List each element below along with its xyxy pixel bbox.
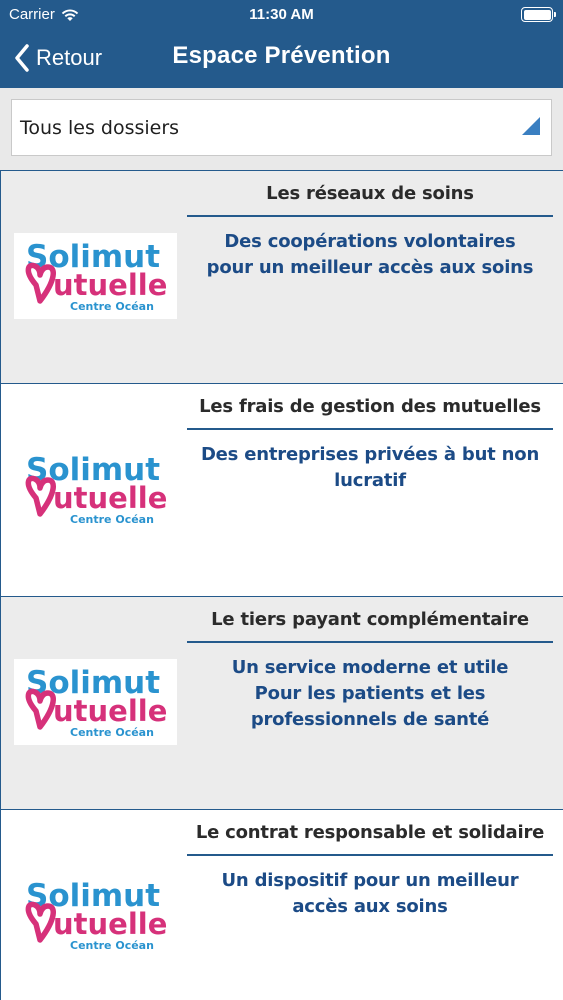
title-divider [187,854,553,856]
filter-bar: Tous les dossiers [0,88,563,170]
svg-text:Centre Océan: Centre Océan [70,939,154,952]
title-divider [187,428,553,430]
article-description: Des entreprises privées à but non lucrati… [200,444,540,491]
article-card[interactable]: Solimut utuelle Centre Océan Le tiers pa… [1,597,563,810]
article-description: Des coopérations volontaires pour un meil… [206,231,534,278]
page-title: Espace Prévention [172,42,391,69]
solimut-logo: Solimut utuelle Centre Océan [14,872,177,958]
svg-text:Centre Océan: Centre Océan [70,726,154,739]
article-title: Le tiers payant complémentaire [211,609,529,630]
article-list: Solimut utuelle Centre Océan Les réseaux… [0,170,563,1000]
article-card[interactable]: Solimut utuelle Centre Océan Le contrat … [1,810,563,1000]
article-title: Les réseaux de soins [266,183,474,204]
title-divider [187,215,553,217]
article-card[interactable]: Solimut utuelle Centre Océan Les frais d… [1,384,563,597]
navigation-bar: Carrier 11:30 AM Retour Espace Préventio… [0,0,563,88]
status-time: 11:30 AM [249,6,314,23]
svg-text:utuelle: utuelle [53,481,167,515]
triangle-corner-icon [522,117,540,135]
status-bar: Carrier 11:30 AM [0,0,563,30]
article-description: Un dispositif pour un meilleur accès aux … [221,870,519,917]
battery-icon [521,7,556,22]
folder-filter-select[interactable]: Tous les dossiers [11,99,552,156]
solimut-logo: Solimut utuelle Centre Océan [14,446,177,532]
article-card[interactable]: Solimut utuelle Centre Océan Les réseaux… [1,171,563,384]
svg-text:Centre Océan: Centre Océan [70,513,154,526]
article-title: Le contrat responsable et solidaire [195,822,545,843]
title-divider [187,641,553,643]
article-title: Les frais de gestion des mutuelles [199,396,541,417]
solimut-logo: Solimut utuelle Centre Océan [14,233,177,319]
solimut-logo: Solimut utuelle Centre Océan [14,659,177,745]
article-description: Un service moderne et utile Pour les pati… [231,657,509,730]
svg-text:utuelle: utuelle [53,268,167,302]
folder-filter-value: Tous les dossiers [20,116,180,139]
svg-text:utuelle: utuelle [53,694,167,728]
svg-text:Centre Océan: Centre Océan [70,300,154,313]
svg-text:utuelle: utuelle [53,907,167,941]
